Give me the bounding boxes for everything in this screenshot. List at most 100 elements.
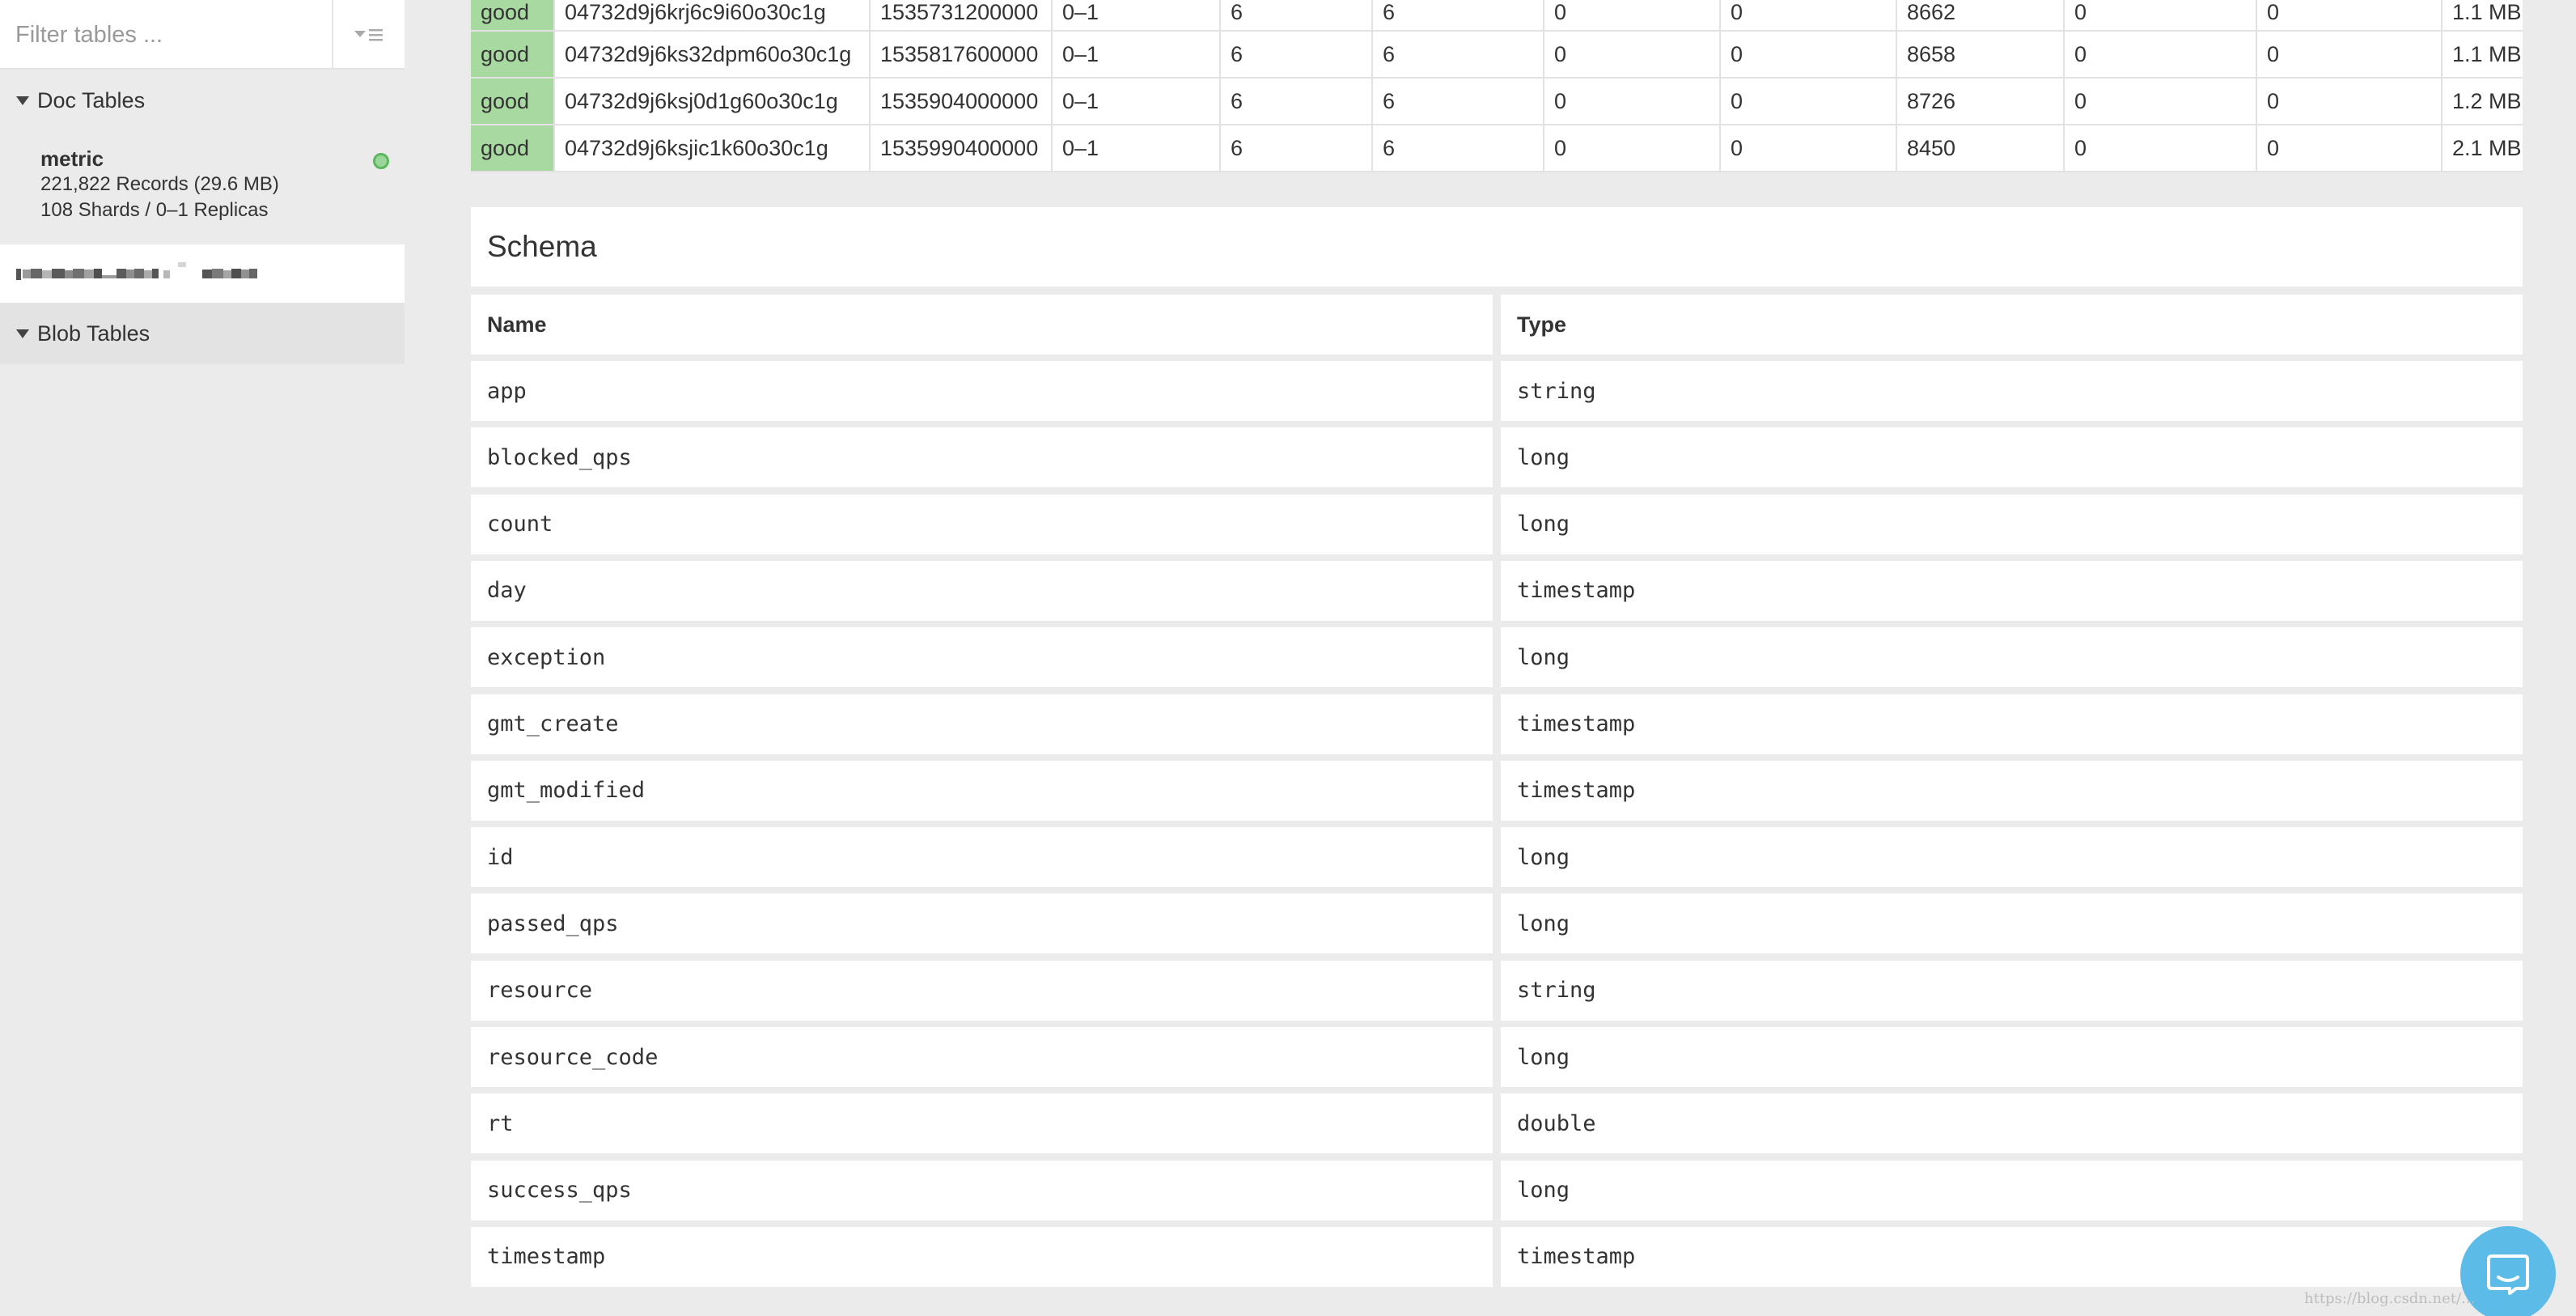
shard-cell: 0 bbox=[2256, 31, 2443, 79]
blob-tables-header[interactable]: Blob Tables bbox=[0, 303, 405, 364]
shard-cell: 1.2 MB bbox=[2442, 78, 2523, 125]
schema-column-name: id bbox=[471, 827, 1493, 888]
schema-column-type: long bbox=[1501, 427, 2523, 488]
schema-column-type: timestamp bbox=[1501, 1226, 2523, 1287]
doc-tables-header[interactable]: Doc Tables bbox=[0, 70, 405, 131]
shard-cell: 6 bbox=[1372, 125, 1544, 172]
schema-row: exception long bbox=[471, 627, 2523, 688]
shard-cell: 0 bbox=[1544, 78, 1721, 125]
schema-column-name: success_qps bbox=[471, 1160, 1493, 1220]
filter-list-icon bbox=[354, 29, 383, 41]
schema-column-name: blocked_qps bbox=[471, 427, 1493, 488]
schema-column-name: resource bbox=[471, 960, 1493, 1021]
schema-row: count long bbox=[471, 494, 2523, 554]
shard-cell: 1.1 MB bbox=[2442, 0, 2523, 32]
schema-column-name: passed_qps bbox=[471, 894, 1493, 954]
schema-column-type: long bbox=[1501, 894, 2523, 954]
schema-column-name: count bbox=[471, 494, 1493, 554]
schema-row: id long bbox=[471, 827, 2523, 888]
schema-row: app string bbox=[471, 361, 2523, 421]
shard-cell: 8658 bbox=[1896, 31, 2065, 79]
shard-cell: 6 bbox=[1372, 78, 1544, 125]
shard-cell: 0 bbox=[2064, 125, 2257, 172]
shard-cell: 0–1 bbox=[1052, 31, 1221, 79]
shard-cell: 0–1 bbox=[1052, 0, 1221, 32]
schema-row: passed_qps long bbox=[471, 894, 2523, 954]
filter-tables-input[interactable] bbox=[0, 0, 332, 70]
shard-cell: 0 bbox=[2256, 78, 2443, 125]
schema-row: gmt_create timestamp bbox=[471, 694, 2523, 754]
shard-cell: 0 bbox=[2256, 125, 2443, 172]
shard-cell: 6 bbox=[1372, 31, 1544, 79]
shard-cell: 0 bbox=[1544, 31, 1721, 79]
shard-cell: 0 bbox=[1720, 125, 1897, 172]
watermark: https://blog.csdn.net/... bbox=[2304, 1290, 2476, 1307]
shard-cell: 0 bbox=[2256, 0, 2443, 32]
schema-column-type: timestamp bbox=[1501, 560, 2523, 621]
sidebar-table-obscured[interactable] bbox=[0, 244, 405, 303]
schema-column-name: app bbox=[471, 361, 1493, 421]
schema-row: gmt_modified timestamp bbox=[471, 760, 2523, 821]
shard-cell: 1535731200000 bbox=[870, 0, 1053, 32]
shard-row: good 04732d9j6ksjic1k60o30c1g 153599040000… bbox=[471, 125, 2523, 172]
main-content: good 04732d9j6krj6c9i60o30c1g 153573120000… bbox=[405, 0, 2576, 1316]
schema-row: resource string bbox=[471, 960, 2523, 1021]
sidebar: Doc Tables metric 221,822 Records (29.6 … bbox=[0, 0, 405, 1316]
schema-name-header: Name bbox=[471, 295, 1493, 354]
shard-health-cell: good bbox=[471, 0, 555, 32]
shard-cell: 1535904000000 bbox=[870, 78, 1053, 125]
schema-column-type: string bbox=[1501, 361, 2523, 421]
pixelated-redaction bbox=[16, 262, 257, 280]
shard-cell: 0 bbox=[2064, 31, 2257, 79]
shard-cell: 04732d9j6krj6c9i60o30c1g bbox=[554, 0, 871, 32]
shard-cell: 0–1 bbox=[1052, 125, 1221, 172]
schema-title-box: Schema bbox=[471, 207, 2523, 287]
shard-cell: 1.1 MB bbox=[2442, 31, 2523, 79]
shard-row: good 04732d9j6ks32dpm60o30c1g 153581760000… bbox=[471, 31, 2523, 79]
schema-column-type: long bbox=[1501, 1160, 2523, 1220]
shard-cell: 0 bbox=[1720, 31, 1897, 79]
schema-column-type: long bbox=[1501, 494, 2523, 554]
schema-column-name: exception bbox=[471, 627, 1493, 688]
shard-cell: 0 bbox=[2064, 78, 2257, 125]
shard-cell: 8726 bbox=[1896, 78, 2065, 125]
shard-cell: 6 bbox=[1220, 78, 1373, 125]
schema-column-type: string bbox=[1501, 960, 2523, 1021]
caret-down-icon bbox=[16, 96, 29, 105]
schema-column-type: long bbox=[1501, 1027, 2523, 1087]
schema-column-name: timestamp bbox=[471, 1226, 1493, 1287]
shard-cell: 8662 bbox=[1896, 0, 2065, 32]
shard-row: good 04732d9j6ksj0d1g60o30c1g 153590400000… bbox=[471, 78, 2523, 125]
shard-cell: 0 bbox=[1720, 0, 1897, 32]
schema-type-header: Type bbox=[1501, 295, 2523, 354]
blob-tables-label: Blob Tables bbox=[37, 321, 150, 346]
filter-options-button[interactable] bbox=[332, 0, 405, 70]
shard-cell: 2.1 MB bbox=[2442, 125, 2523, 172]
schema-column-type: timestamp bbox=[1501, 760, 2523, 821]
shard-health-cell: good bbox=[471, 125, 555, 172]
table-shards: 108 Shards / 0–1 Replicas bbox=[40, 199, 269, 221]
table-name: metric bbox=[40, 146, 104, 171]
schema-column-name: day bbox=[471, 560, 1493, 621]
schema-column-name: gmt_modified bbox=[471, 760, 1493, 821]
shards-table: good 04732d9j6krj6c9i60o30c1g 153573120000… bbox=[471, 0, 2523, 172]
shard-cell: 6 bbox=[1372, 0, 1544, 32]
schema-column-type: long bbox=[1501, 627, 2523, 688]
shard-cell: 6 bbox=[1220, 0, 1373, 32]
shard-row: good 04732d9j6krj6c9i60o30c1g 153573120000… bbox=[471, 0, 2523, 32]
table-records: 221,822 Records (29.6 MB) bbox=[40, 173, 279, 195]
schema-row: day timestamp bbox=[471, 560, 2523, 621]
filter-bar bbox=[0, 0, 405, 70]
caret-down-icon bbox=[16, 329, 29, 338]
schema-row: blocked_qps long bbox=[471, 427, 2523, 488]
sidebar-table-metric[interactable]: metric 221,822 Records (29.6 MB) 108 Sha… bbox=[0, 131, 405, 244]
doc-tables-label: Doc Tables bbox=[37, 87, 146, 112]
shard-cell: 1535817600000 bbox=[870, 31, 1053, 79]
schema-column-type: double bbox=[1501, 1093, 2523, 1154]
shard-cell: 0 bbox=[1544, 125, 1721, 172]
schema-column-name: gmt_create bbox=[471, 694, 1493, 754]
schema-column-type: timestamp bbox=[1501, 694, 2523, 754]
shard-cell: 04732d9j6ks32dpm60o30c1g bbox=[554, 31, 871, 79]
shard-health-cell: good bbox=[471, 78, 555, 125]
shard-cell: 0–1 bbox=[1052, 78, 1221, 125]
